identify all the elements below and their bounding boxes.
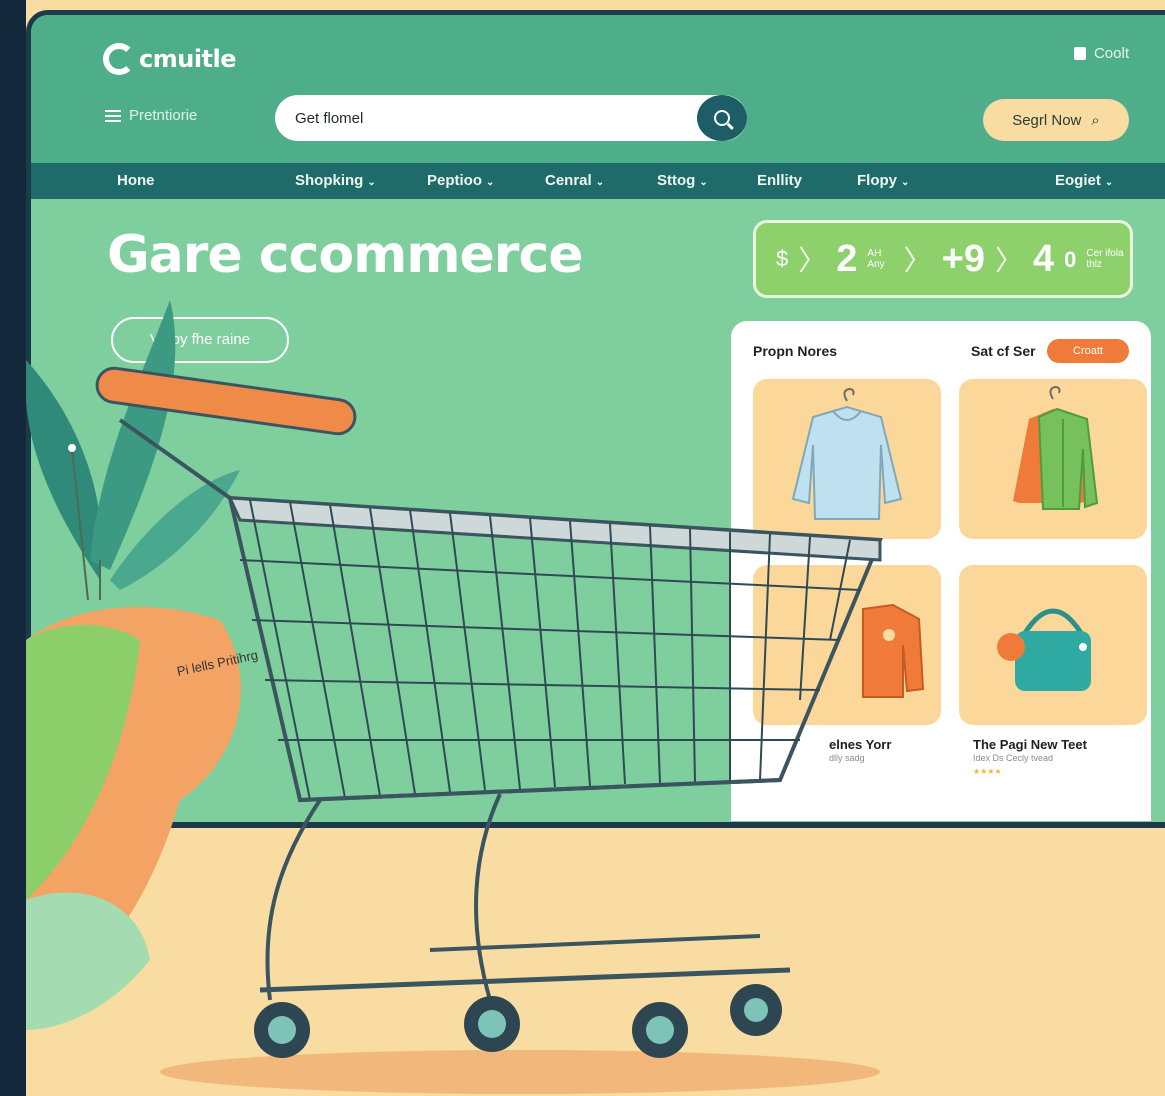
separator-icon: 〉: [994, 245, 1023, 276]
chevron-down-icon: ⌄: [699, 177, 708, 188]
chevron-down-icon: ⌄: [367, 177, 376, 188]
hero-button[interactable]: Vlepy fhe raine: [111, 317, 289, 363]
categories-menu-button[interactable]: Pretntiorie: [105, 107, 197, 124]
main-nav: Hone Shopking ⌄ Peptioo ⌄ Cenral ⌄ Sttog ⌄ E…: [31, 163, 1165, 199]
handbag-icon: [997, 608, 1091, 691]
stat-value-2: +9: [941, 237, 985, 280]
browser-window: cmuitle Coolt Pretntiorie Segrl Now ⌕ Ho…: [26, 10, 1165, 828]
nav-item-home[interactable]: Hone: [117, 163, 155, 199]
product-tile-bag[interactable]: [959, 565, 1147, 725]
nav-item-sttog[interactable]: Sttog ⌄: [657, 163, 708, 199]
product-tile-hoodie[interactable]: [753, 379, 941, 539]
menu-label: Pretntiorie: [129, 107, 198, 124]
logo-text: cmuitle: [139, 45, 237, 73]
panel-subtitle: Sat cf Ser: [971, 343, 1036, 359]
cookie-label: Coolt: [1093, 45, 1129, 62]
hoodie-icon: [791, 387, 903, 520]
stat-value-1: 2: [836, 237, 858, 280]
search-small-icon: ⌕: [1091, 111, 1100, 129]
stat-value-3-note: Cer ifola thlz: [1086, 248, 1124, 270]
left-dark-strip: [0, 0, 26, 1096]
separator-icon: 〉: [798, 245, 827, 276]
nav-item-cenral[interactable]: Cenral ⌄: [545, 163, 604, 199]
chevron-down-icon: ⌄: [1104, 177, 1114, 188]
stat-value-3: 4: [1032, 237, 1055, 280]
search-icon: [714, 110, 730, 126]
tile4-sub: Idex Ds Cecly tvead: [973, 753, 1054, 763]
stat-value-3-sub: 0: [1064, 246, 1077, 272]
tile3-sub: dlly sadg: [829, 753, 865, 763]
tile4-label: The Pagi New Teet: [973, 737, 1087, 752]
search-input[interactable]: [295, 95, 675, 141]
panel-title: Propn Nores: [753, 343, 838, 359]
nav-item-peptioo[interactable]: Peptioo ⌄: [427, 163, 494, 199]
site-logo[interactable]: cmuitle: [103, 43, 237, 75]
product-tile-sweater[interactable]: [753, 565, 941, 725]
stat-value-1-sub: AH Any: [867, 248, 885, 270]
nav-item-flopy[interactable]: Flopy ⌄: [857, 163, 909, 199]
search-button[interactable]: [697, 95, 747, 141]
create-badge-button[interactable]: Croatt: [1047, 339, 1129, 363]
logo-g-icon: [103, 43, 135, 75]
stats-banner: $ 〉 2 AH Any 〉 +9 〉 4 0 Cer ifola thlz: [753, 220, 1133, 298]
nav-item-eogiet[interactable]: Eogiet ⌄: [1055, 163, 1113, 199]
menu-icon: [105, 109, 121, 122]
search-bar: [275, 95, 747, 141]
product-panel: Propn Nores Sat cf Ser Croatt elnes Yorr…: [731, 321, 1151, 821]
cta-label: Segrl Now: [1012, 111, 1082, 129]
hero-title: Gare ccommerce: [107, 225, 584, 285]
chevron-down-icon: ⌄: [595, 177, 605, 188]
product-tile-jacket[interactable]: [959, 379, 1147, 539]
currency-symbol: $: [776, 246, 789, 271]
sweater-icon: [862, 603, 925, 698]
separator-icon: 〉: [903, 245, 932, 276]
tile3-label: elnes Yorr: [829, 737, 892, 752]
nav-item-shopping[interactable]: Shopking ⌄: [295, 163, 376, 199]
chevron-down-icon: ⌄: [486, 177, 495, 188]
cookie-icon: [1073, 47, 1086, 60]
nav-item-enllity[interactable]: Enllity: [757, 163, 802, 199]
cookie-link[interactable]: Coolt: [1073, 45, 1129, 62]
jacket-icon: [1013, 385, 1099, 510]
rating-stars: ★★★★: [973, 767, 1002, 776]
site-header: cmuitle Coolt Pretntiorie Segrl Now ⌕: [31, 15, 1165, 163]
chevron-down-icon: ⌄: [901, 177, 910, 188]
shop-now-button[interactable]: Segrl Now ⌕: [983, 99, 1129, 141]
